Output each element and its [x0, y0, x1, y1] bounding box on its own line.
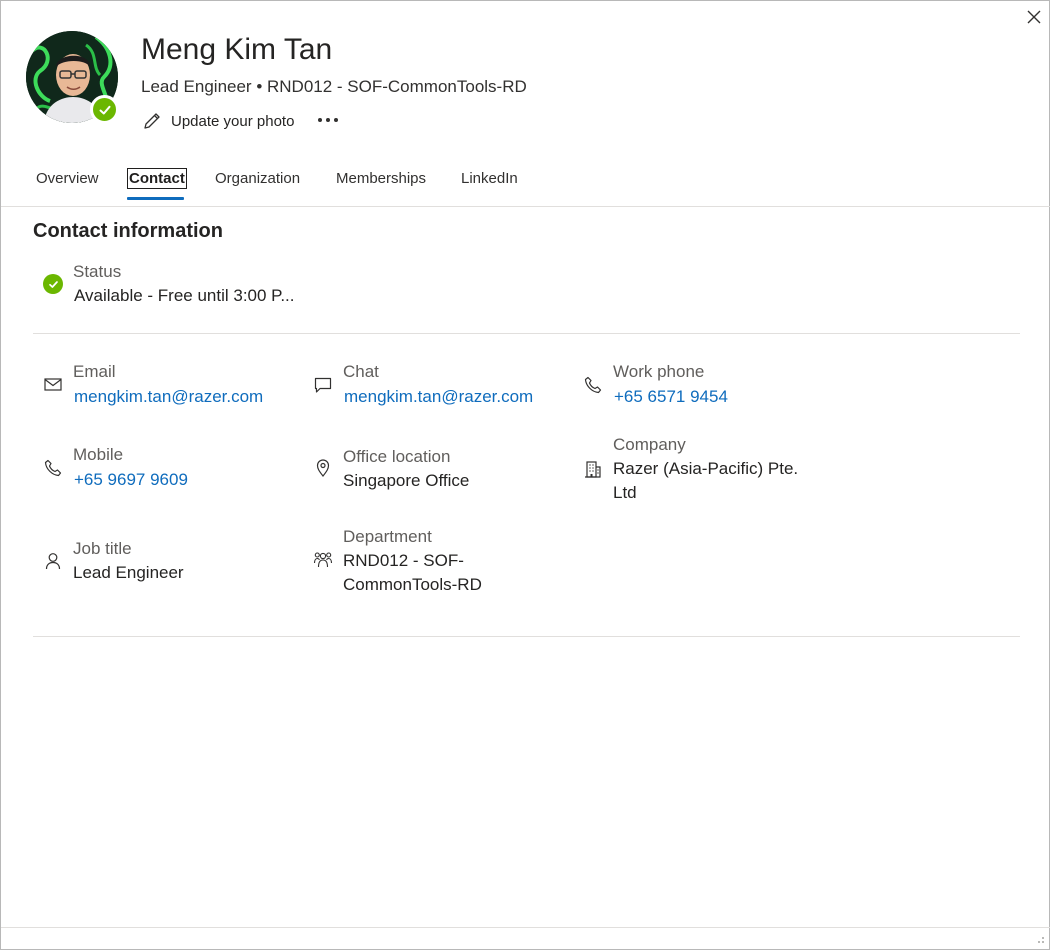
- presence-badge: [90, 95, 119, 124]
- work-phone-link[interactable]: +65 6571 9454: [614, 385, 728, 409]
- footer-divider: [1, 927, 1050, 928]
- chat-label: Chat: [343, 362, 379, 381]
- department-label: Department: [343, 527, 432, 546]
- presence-available-icon: [43, 274, 63, 294]
- section-title: Contact information: [33, 220, 223, 242]
- close-icon: [1027, 10, 1041, 24]
- pencil-icon: [144, 113, 160, 129]
- location-pin-icon: [312, 457, 334, 479]
- office-location-label: Office location: [343, 447, 451, 466]
- tab-bar: Overview Contact Organization Membership…: [1, 166, 1050, 207]
- more-horizontal-icon: [318, 118, 338, 122]
- company-value: Razer (Asia-Pacific) Pte. Ltd: [613, 459, 799, 502]
- profile-name: Meng Kim Tan: [141, 33, 333, 66]
- phone-icon: [582, 374, 604, 396]
- email-link[interactable]: mengkim.tan@razer.com: [74, 385, 263, 409]
- job-title-value: Lead Engineer: [73, 563, 184, 582]
- tab-contact-label: Contact: [127, 168, 187, 189]
- resize-grip-icon[interactable]: [1035, 935, 1045, 945]
- close-button[interactable]: [1021, 5, 1047, 29]
- divider: [33, 636, 1020, 637]
- chat-icon: [312, 374, 334, 396]
- phone-icon: [42, 457, 64, 479]
- update-photo-label: Update your photo: [171, 112, 295, 130]
- tab-overview[interactable]: Overview: [36, 170, 99, 187]
- more-options-button[interactable]: [313, 109, 343, 131]
- work-phone-label: Work phone: [613, 362, 705, 381]
- mail-icon: [42, 373, 64, 395]
- chat-link[interactable]: mengkim.tan@razer.com: [344, 385, 533, 409]
- department-value: RND012 - SOF-CommonTools-RD: [343, 551, 482, 594]
- status-value: Available - Free until 3:00 P...: [74, 286, 295, 305]
- tab-memberships[interactable]: Memberships: [336, 170, 426, 187]
- office-location-value: Singapore Office: [343, 471, 470, 490]
- profile-subtitle: Lead Engineer • RND012 - SOF-CommonTools…: [141, 77, 527, 96]
- job-title-label: Job title: [73, 539, 132, 558]
- active-tab-indicator: [127, 197, 184, 200]
- email-label: Email: [73, 362, 116, 381]
- update-photo-button[interactable]: Update your photo: [141, 107, 294, 135]
- person-icon: [42, 550, 64, 572]
- company-label: Company: [613, 435, 686, 454]
- tab-linkedin[interactable]: LinkedIn: [461, 170, 518, 187]
- tab-contact[interactable]: Contact: [127, 168, 187, 189]
- status-label: Status: [73, 262, 122, 281]
- profile-card-window: Meng Kim Tan Lead Engineer • RND012 - SO…: [0, 0, 1050, 950]
- mobile-label: Mobile: [73, 445, 124, 464]
- checkmark-icon: [99, 105, 110, 114]
- divider: [33, 333, 1020, 334]
- people-group-icon: [312, 549, 334, 571]
- mobile-link[interactable]: +65 9697 9609: [74, 468, 188, 492]
- building-icon: [582, 458, 604, 480]
- tab-organization[interactable]: Organization: [215, 170, 300, 187]
